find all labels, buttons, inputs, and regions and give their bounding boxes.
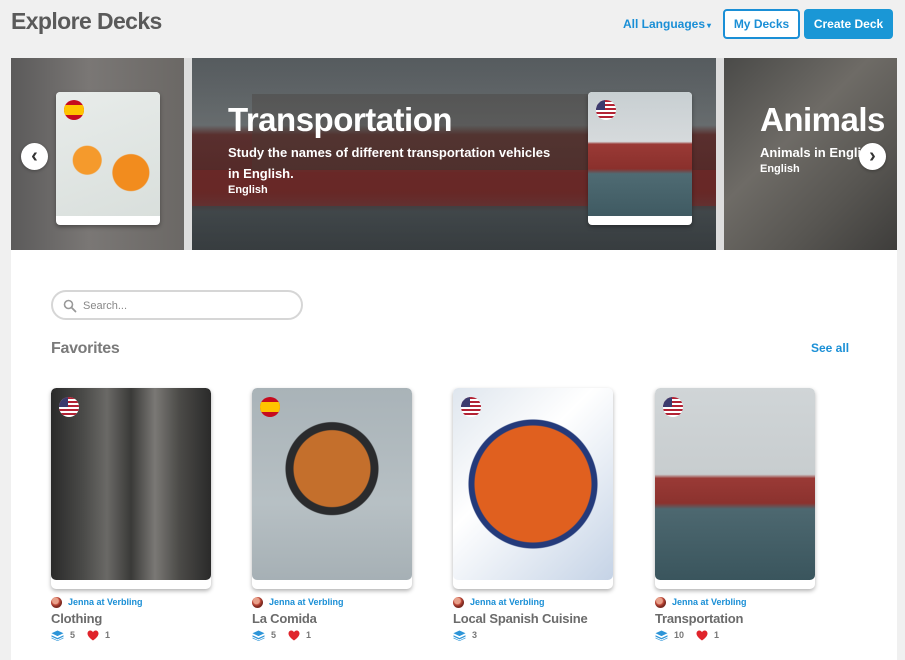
avatar bbox=[655, 596, 666, 608]
avatar bbox=[51, 596, 62, 608]
deck-author[interactable]: Jenna at Verbling bbox=[453, 595, 615, 609]
favorites-heading: Favorites bbox=[51, 340, 120, 357]
chevron-left-icon: ‹ bbox=[31, 145, 38, 167]
deck-title[interactable]: Local Spanish Cuisine bbox=[453, 611, 615, 626]
slide-language: English bbox=[760, 163, 800, 175]
deck-title[interactable]: La Comida bbox=[252, 611, 414, 626]
carousel-prev-button[interactable]: ‹ bbox=[21, 143, 48, 170]
slide-title: Transportation bbox=[228, 101, 453, 138]
create-deck-button[interactable]: Create Deck bbox=[804, 9, 893, 39]
search-input[interactable] bbox=[83, 297, 293, 315]
avatar bbox=[453, 596, 464, 608]
card-count: 5 bbox=[271, 630, 277, 640]
deck-stats: 10 1 bbox=[655, 629, 817, 641]
like-count: 1 bbox=[714, 630, 720, 640]
like-count: 1 bbox=[306, 630, 312, 640]
deck-title[interactable]: Clothing bbox=[51, 611, 213, 626]
spain-flag-icon bbox=[260, 397, 280, 417]
header: Explore Decks All Languages ▾ My Decks Cr… bbox=[0, 0, 905, 50]
author-name[interactable]: Jenna at Verbling bbox=[269, 597, 344, 607]
carousel-next-button[interactable]: › bbox=[859, 143, 886, 170]
us-flag-icon bbox=[596, 100, 616, 120]
like-count: 1 bbox=[105, 630, 111, 640]
search-icon bbox=[63, 299, 77, 313]
deck-card-clothing[interactable]: Jenna at Verbling Clothing 5 1 bbox=[51, 388, 213, 641]
deck-card-la-comida[interactable]: Jenna at Verbling La Comida 5 1 bbox=[252, 388, 414, 641]
us-flag-icon bbox=[663, 397, 683, 417]
caret-down-icon: ▾ bbox=[707, 21, 712, 30]
us-flag-icon bbox=[59, 397, 79, 417]
heart-icon[interactable] bbox=[87, 630, 99, 641]
deck-thumbnail[interactable] bbox=[252, 388, 412, 589]
deck-card-transportation[interactable]: Jenna at Verbling Transportation 10 1 bbox=[655, 388, 817, 641]
chevron-right-icon: › bbox=[869, 145, 876, 167]
deck-stats: 3 bbox=[453, 629, 615, 641]
deck-thumbnail[interactable] bbox=[453, 388, 613, 589]
main-content: Favorites See all Jenna at Verbling Clot… bbox=[11, 250, 897, 660]
slide-title: Animals bbox=[760, 101, 885, 138]
deck-title[interactable]: Transportation bbox=[655, 611, 817, 626]
cards-stack-icon bbox=[252, 630, 265, 641]
carousel-slide-active[interactable]: Transportation Study the names of differ… bbox=[192, 58, 716, 250]
card-count: 5 bbox=[70, 630, 76, 640]
search-box[interactable] bbox=[51, 290, 303, 320]
language-filter-dropdown[interactable]: All Languages ▾ bbox=[623, 17, 711, 31]
deck-card-local-spanish-cuisine[interactable]: Jenna at Verbling Local Spanish Cuisine … bbox=[453, 388, 615, 641]
my-decks-button[interactable]: My Decks bbox=[723, 9, 800, 39]
language-filter-label: All Languages bbox=[623, 17, 706, 31]
deck-stats: 5 1 bbox=[252, 629, 414, 641]
deck-thumbnail[interactable] bbox=[51, 388, 211, 589]
deck-stats: 5 1 bbox=[51, 629, 213, 641]
featured-carousel: Transportation Study the names of differ… bbox=[11, 58, 897, 250]
page-title: Explore Decks bbox=[11, 8, 162, 34]
slide-deck-card[interactable] bbox=[56, 92, 160, 225]
see-all-link[interactable]: See all bbox=[811, 341, 849, 355]
cards-stack-icon bbox=[453, 630, 466, 641]
spain-flag-icon bbox=[64, 100, 84, 120]
slide-description: Study the names of different transportat… bbox=[228, 145, 551, 181]
deck-author[interactable]: Jenna at Verbling bbox=[51, 595, 213, 609]
us-flag-icon bbox=[461, 397, 481, 417]
avatar bbox=[252, 596, 263, 608]
cards-stack-icon bbox=[655, 630, 668, 641]
card-count: 10 bbox=[674, 630, 685, 640]
slide-deck-card[interactable] bbox=[588, 92, 692, 225]
deck-author[interactable]: Jenna at Verbling bbox=[252, 595, 414, 609]
heart-icon[interactable] bbox=[696, 630, 708, 641]
card-count: 3 bbox=[472, 630, 478, 640]
slide-language: English bbox=[228, 184, 268, 196]
deck-thumbnail[interactable] bbox=[655, 388, 815, 589]
cards-stack-icon bbox=[51, 630, 64, 641]
deck-author[interactable]: Jenna at Verbling bbox=[655, 595, 817, 609]
heart-icon[interactable] bbox=[288, 630, 300, 641]
author-name[interactable]: Jenna at Verbling bbox=[672, 597, 747, 607]
author-name[interactable]: Jenna at Verbling bbox=[68, 597, 143, 607]
author-name[interactable]: Jenna at Verbling bbox=[470, 597, 545, 607]
